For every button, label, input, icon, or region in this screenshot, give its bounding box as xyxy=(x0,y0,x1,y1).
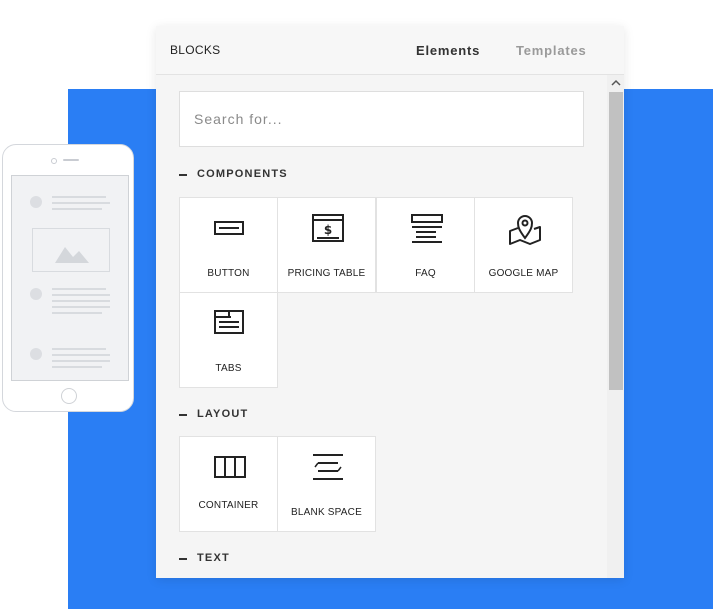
block-label: CONTAINER xyxy=(198,500,259,511)
map-pin-icon xyxy=(509,215,541,245)
scroll-up-arrow-icon[interactable] xyxy=(611,78,621,88)
placeholder-avatar-icon xyxy=(30,196,42,208)
blocks-panel: BLOCKS Elements Templates COMPONENTS BUT… xyxy=(156,26,624,578)
svg-text:$: $ xyxy=(324,223,332,237)
section-components-header[interactable]: COMPONENTS xyxy=(179,167,379,183)
section-text-header[interactable]: TEXT xyxy=(179,551,379,567)
tabs-icon xyxy=(214,310,244,334)
block-label: TABS xyxy=(215,363,242,374)
placeholder-line xyxy=(52,288,106,290)
phone-screen xyxy=(11,175,129,381)
button-icon xyxy=(214,221,244,235)
placeholder-line xyxy=(52,294,110,296)
tab-elements[interactable]: Elements xyxy=(416,43,480,58)
panel-header: BLOCKS Elements Templates xyxy=(156,26,624,75)
container-icon xyxy=(214,456,246,478)
collapse-minus-icon xyxy=(179,174,187,176)
placeholder-line xyxy=(52,354,110,356)
block-label: BUTTON xyxy=(207,268,250,279)
block-pricing-table[interactable]: $ PRICING TABLE xyxy=(277,197,376,293)
phone-camera-icon xyxy=(51,158,57,164)
block-label: GOOGLE MAP xyxy=(488,268,559,279)
placeholder-line xyxy=(52,312,102,314)
collapse-minus-icon xyxy=(179,558,187,560)
placeholder-avatar-icon xyxy=(30,288,42,300)
block-google-map[interactable]: GOOGLE MAP xyxy=(474,197,573,293)
placeholder-image-icon xyxy=(32,228,110,272)
tab-templates[interactable]: Templates xyxy=(516,43,587,58)
placeholder-line xyxy=(52,202,110,204)
placeholder-line xyxy=(52,196,106,198)
section-label: TEXT xyxy=(197,552,230,564)
block-label: PRICING TABLE xyxy=(287,268,366,279)
block-tabs[interactable]: TABS xyxy=(179,292,278,388)
placeholder-line xyxy=(52,366,102,368)
block-container[interactable]: CONTAINER xyxy=(179,436,278,532)
block-label: FAQ xyxy=(415,268,436,279)
search-input[interactable] xyxy=(179,91,584,147)
blank-space-icon xyxy=(313,454,343,480)
placeholder-line xyxy=(52,360,110,362)
pricing-table-icon: $ xyxy=(312,214,344,242)
block-label: BLANK SPACE xyxy=(291,507,362,518)
placeholder-line xyxy=(52,306,110,308)
section-label: LAYOUT xyxy=(197,408,249,420)
panel-title: BLOCKS xyxy=(170,43,221,57)
section-layout-header[interactable]: LAYOUT xyxy=(179,407,379,423)
block-blank-space[interactable]: BLANK SPACE xyxy=(277,436,376,532)
phone-illustration xyxy=(2,144,134,412)
placeholder-line xyxy=(52,300,110,302)
placeholder-avatar-icon xyxy=(30,348,42,360)
scrollbar-thumb[interactable] xyxy=(609,92,623,390)
collapse-minus-icon xyxy=(179,414,187,416)
block-faq[interactable]: FAQ xyxy=(376,197,475,293)
section-label: COMPONENTS xyxy=(197,168,288,180)
phone-home-button-icon xyxy=(61,388,77,404)
phone-speaker-icon xyxy=(63,159,79,161)
placeholder-line xyxy=(52,348,106,350)
block-button[interactable]: BUTTON xyxy=(179,197,278,293)
faq-icon xyxy=(411,214,443,243)
placeholder-line xyxy=(52,208,102,210)
